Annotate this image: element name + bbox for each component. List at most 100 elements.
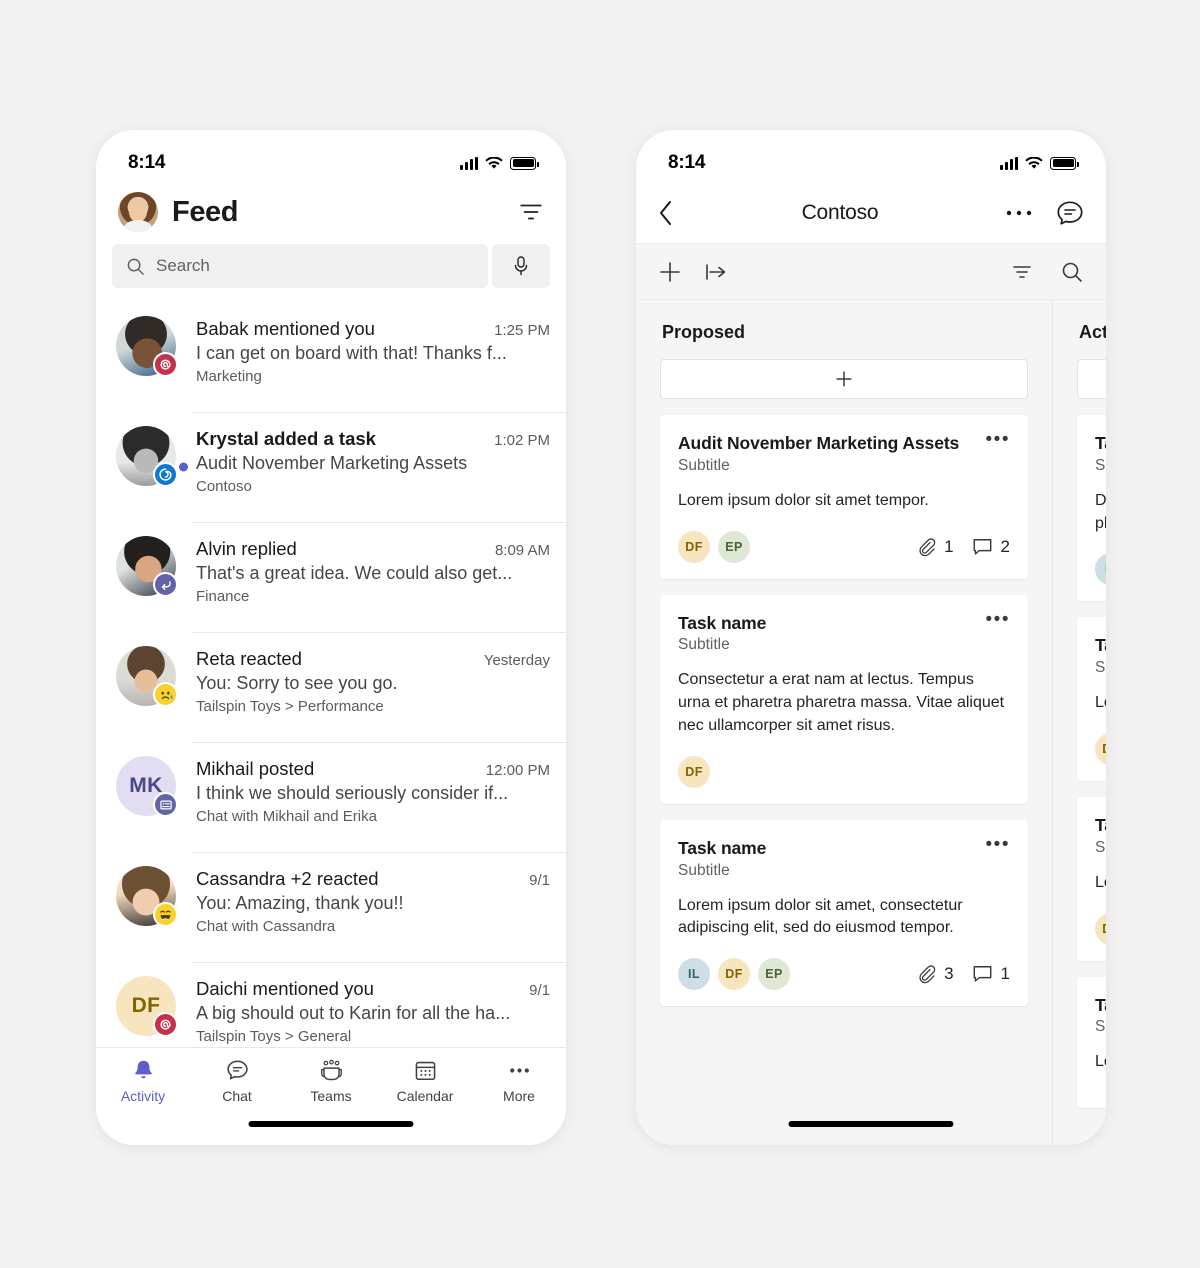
assignee-avatar[interactable]: EP	[758, 957, 790, 990]
cellular-signal-icon	[1000, 156, 1018, 170]
bucket-title: Proposed	[662, 322, 746, 342]
task-card[interactable]: Task name ••• Subtitle Lorem ipsum.	[1077, 976, 1106, 1109]
teams-icon	[320, 1059, 342, 1081]
feed-item-content: Alvin replied 8:09 AM That's a great ide…	[196, 536, 550, 605]
page-title: Feed	[172, 195, 239, 228]
avatar[interactable]	[116, 426, 178, 487]
back-button[interactable]	[658, 200, 674, 226]
feed-item-context: Marketing	[196, 368, 262, 385]
assignee-avatar[interactable]: EP	[718, 530, 750, 563]
status-bar: 8:14	[96, 130, 566, 182]
group-by-icon[interactable]	[704, 261, 730, 283]
assignee-avatar[interactable]: DF	[1095, 912, 1106, 945]
task-card[interactable]: Task name ••• Subtitle Consectetur a era…	[660, 594, 1028, 804]
avatar[interactable]	[118, 192, 158, 232]
microphone-icon	[514, 256, 528, 276]
tab-chat[interactable]: Chat	[190, 1058, 284, 1104]
avatar[interactable]	[116, 866, 178, 927]
task-more-options-icon[interactable]: •••	[978, 835, 1010, 854]
feed-item-title: Alvin replied	[196, 538, 297, 559]
feed-item[interactable]: Alvin replied 8:09 AM That's a great ide…	[96, 522, 566, 632]
feed-item-preview: I think we should seriously consider if.…	[196, 783, 509, 803]
task-subtitle: Subtitle	[1095, 659, 1106, 677]
feed-item-title: Reta reacted	[196, 648, 302, 669]
task-card[interactable]: Audit November Marketing Assets ••• Subt…	[660, 415, 1028, 579]
assignee-avatar[interactable]: IL	[1095, 553, 1106, 586]
comment-icon	[973, 538, 991, 555]
avatar[interactable]	[116, 646, 178, 707]
screenshot-canvas: 8:14 Feed Search Babak mentioned you 1:2…	[0, 0, 1200, 1268]
assignee-avatar[interactable]: DF	[718, 957, 750, 990]
home-indicator	[248, 1121, 414, 1127]
attachment-number: 3	[944, 963, 954, 983]
phone-feed-screen: 8:14 Feed Search Babak mentioned you 1:2…	[96, 130, 566, 1145]
tab-calendar[interactable]: Calendar	[378, 1058, 472, 1104]
tab-label: More	[503, 1088, 535, 1104]
sad-emoji-badge-icon	[153, 682, 178, 707]
home-indicator	[788, 1121, 954, 1127]
task-meta: 1 2	[916, 537, 1010, 557]
avatar[interactable]: DF	[116, 976, 178, 1037]
assignee-avatar[interactable]: IL	[678, 957, 710, 990]
feed-item-content: Babak mentioned you 1:25 PM I can get on…	[196, 316, 550, 385]
task-card[interactable]: Task name ••• Subtitle Lorem ipsum dolor…	[1077, 617, 1106, 781]
tab-label: Teams	[310, 1088, 352, 1104]
search-icon[interactable]	[1060, 260, 1084, 284]
task-meta: 3 1	[916, 964, 1010, 984]
comment-count: 1	[972, 964, 1010, 984]
avatar[interactable]	[116, 316, 178, 377]
activity-feed-list[interactable]: Babak mentioned you 1:25 PM I can get on…	[96, 302, 566, 1072]
feed-item[interactable]: Babak mentioned you 1:25 PM I can get on…	[96, 302, 566, 412]
search-placeholder: Search	[156, 256, 210, 275]
feed-item-timestamp: 1:02 PM	[494, 432, 550, 449]
tab-activity[interactable]: Activity	[96, 1058, 190, 1104]
more-options-button[interactable]	[1006, 209, 1032, 217]
task-description: Lorem ipsum dolor sit amet tempor.	[678, 491, 929, 509]
task-card[interactable]: Task name ••• Subtitle Lorem ipsum dolor…	[1077, 796, 1106, 961]
add-task-button[interactable]	[660, 359, 1028, 399]
feed-item[interactable]: Cassandra +2 reacted 9/1 You: Amazing, t…	[96, 852, 566, 962]
tab-teams[interactable]: Teams	[284, 1058, 378, 1104]
attachment-count: 1	[916, 536, 954, 557]
comment-number: 2	[1000, 536, 1010, 556]
filter-icon[interactable]	[1010, 260, 1034, 284]
task-card[interactable]: Task name ••• Subtitle Lorem ipsum dolor…	[660, 819, 1028, 1006]
feed-item[interactable]: MK Mikhail posted 12:00 PM I think we sh…	[96, 742, 566, 852]
conversation-button[interactable]	[1056, 200, 1084, 226]
task-assignees: DF	[678, 755, 718, 788]
comment-count: 2	[972, 537, 1010, 557]
feed-item[interactable]: Krystal added a task 1:02 PM Audit Novem…	[96, 412, 566, 522]
attachment-number: 1	[944, 536, 954, 556]
planner-task-badge-icon	[153, 462, 178, 487]
task-title: Audit November Marketing Assets	[678, 433, 960, 453]
feed-item-title: Cassandra +2 reacted	[196, 868, 379, 889]
comment-number: 1	[1000, 963, 1010, 983]
paperclip-icon	[919, 965, 936, 984]
plus-icon[interactable]	[658, 260, 682, 284]
add-task-button[interactable]	[1077, 359, 1106, 399]
avatar[interactable]	[116, 536, 178, 597]
feed-item-preview: You: Amazing, thank you!!	[196, 893, 404, 913]
search-row: Search	[96, 244, 566, 288]
search-input[interactable]: Search	[112, 244, 488, 288]
task-card[interactable]: Task name ••• Subtitle Dolor sit amet ve…	[1077, 415, 1106, 602]
tab-label: Calendar	[396, 1088, 454, 1104]
task-more-options-icon[interactable]: •••	[978, 430, 1010, 449]
task-more-options-icon[interactable]: •••	[978, 610, 1010, 629]
feed-item[interactable]: Reta reacted Yesterday You: Sorry to see…	[96, 632, 566, 742]
bottom-tab-bar[interactable]: Activity Chat Teams Calendar More	[96, 1047, 566, 1145]
feed-item-context: Chat with Cassandra	[196, 918, 336, 935]
voice-search-button[interactable]	[492, 244, 550, 288]
chevron-left-icon	[660, 200, 671, 225]
task-assignees: DF	[1095, 732, 1106, 765]
task-board[interactable]: Proposed Audit November Marketing Assets…	[636, 300, 1106, 1145]
phone-board-screen: 8:14 Contoso Proposed Audit November Mar…	[636, 130, 1106, 1145]
avatar[interactable]: MK	[116, 756, 178, 817]
assignee-avatar[interactable]: DF	[1095, 732, 1106, 765]
board-bucket: Active Task name ••• Subtitle Dolor sit …	[1052, 300, 1106, 1145]
filter-icon[interactable]	[518, 199, 544, 225]
assignee-avatar[interactable]: DF	[678, 755, 710, 788]
assignee-avatar[interactable]: DF	[678, 530, 710, 563]
tab-more[interactable]: More	[472, 1058, 566, 1104]
task-description: Dolor sit amet vel at nec ultricies phar…	[1095, 491, 1106, 532]
